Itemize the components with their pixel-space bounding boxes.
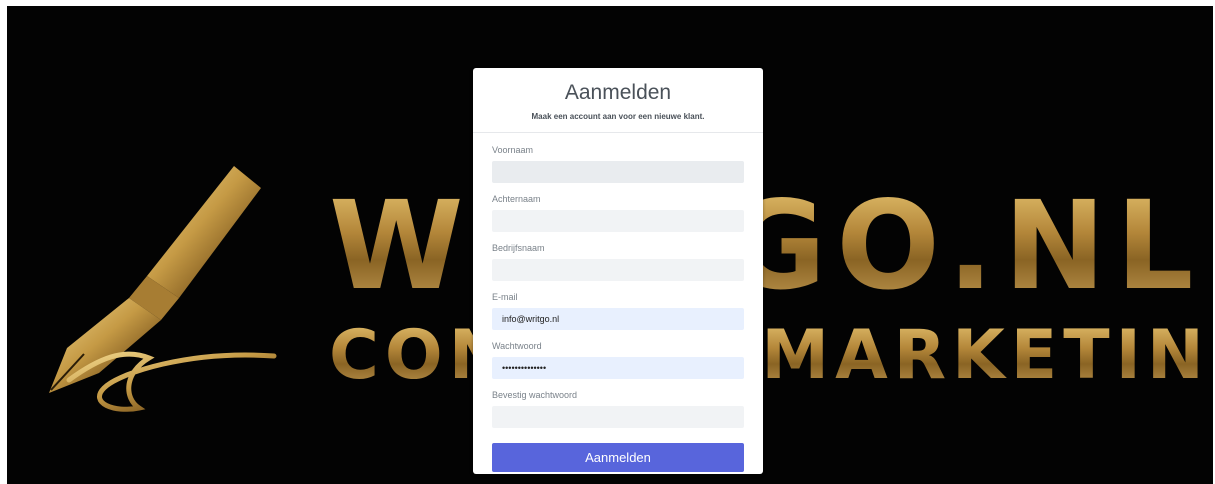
brand-name: WRITGO.NL <box>329 175 1204 317</box>
last-name-field: Achternaam <box>492 194 744 232</box>
email-input[interactable] <box>492 308 744 330</box>
company-field: Bedrijfsnaam <box>492 243 744 281</box>
last-name-label: Achternaam <box>492 194 541 204</box>
confirm-password-input[interactable] <box>492 406 744 428</box>
confirm-password-label: Bevestig wachtwoord <box>492 390 578 400</box>
email-label: E-mail <box>492 292 518 302</box>
signup-card: Aanmelden Maak een account aan voor een … <box>473 68 763 474</box>
last-name-input[interactable] <box>492 210 744 232</box>
password-field: Wachtwoord <box>492 341 744 379</box>
first-name-input[interactable] <box>492 161 744 183</box>
signup-form: Voornaam Achternaam Bedrijfsnaam E-mail … <box>473 145 763 472</box>
email-field: E-mail <box>492 292 744 330</box>
card-header: Aanmelden Maak een account aan voor een … <box>473 68 763 133</box>
fountain-pen-icon <box>49 166 277 412</box>
company-label: Bedrijfsnaam <box>492 243 545 253</box>
submit-button[interactable]: Aanmelden <box>492 443 744 472</box>
page-subtitle: Maak een account aan voor een nieuwe kla… <box>531 112 705 121</box>
company-input[interactable] <box>492 259 744 281</box>
confirm-password-field: Bevestig wachtwoord <box>492 390 744 428</box>
brand-tagline: CONTENT MARKETING <box>329 316 1213 396</box>
password-input[interactable] <box>492 357 744 379</box>
page-title: Aanmelden <box>564 81 672 104</box>
first-name-field: Voornaam <box>492 145 744 183</box>
password-label: Wachtwoord <box>492 341 542 351</box>
first-name-label: Voornaam <box>492 145 534 155</box>
